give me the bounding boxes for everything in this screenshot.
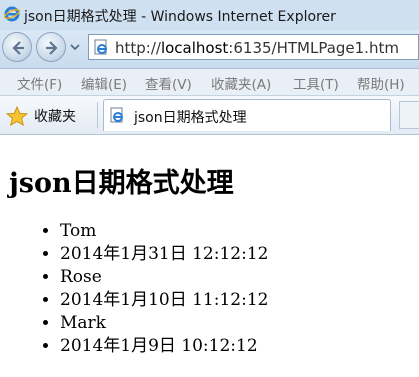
menu-view[interactable]: 查看(V) <box>145 73 192 93</box>
menu-favorites[interactable]: 收藏夹(A) <box>211 73 271 93</box>
menu-file[interactable]: 文件(F) <box>17 73 62 93</box>
tab-active[interactable]: json日期格式处理 <box>103 99 391 131</box>
menu-edit[interactable]: 编辑(E) <box>81 73 127 93</box>
url-prefix: http:// <box>115 39 161 57</box>
list-item: Rose <box>60 266 268 289</box>
favorites-star-icon[interactable] <box>6 106 28 126</box>
back-arrow-icon <box>12 41 24 55</box>
ie-logo-icon <box>4 6 20 22</box>
url-host: localhost <box>160 39 229 57</box>
list-item: Mark <box>60 312 268 335</box>
page-content: json日期格式处理 Tom 2014年1月31日 12:12:12 Rose … <box>0 135 419 377</box>
history-dropdown-icon[interactable] <box>70 42 80 52</box>
favorites-separator <box>97 102 98 128</box>
address-bar[interactable]: http://localhost:6135/HTMLPage1.htm <box>88 34 419 60</box>
address-url[interactable]: http://localhost:6135/HTMLPage1.htm <box>115 39 399 57</box>
page-icon <box>94 39 107 55</box>
favorites-label[interactable]: 收藏夹 <box>34 106 76 126</box>
list-item: 2014年1月10日 11:12:12 <box>60 289 268 312</box>
back-button[interactable] <box>2 32 32 62</box>
title-bar: json日期格式处理 - Windows Internet Explorer <box>0 0 419 31</box>
list-item: 2014年1月31日 12:12:12 <box>60 243 268 266</box>
list-item: 2014年1月9日 10:12:12 <box>60 335 268 358</box>
forward-button[interactable] <box>36 32 66 62</box>
list-item: Tom <box>60 220 268 243</box>
menu-bar: 文件(F) 编辑(E) 查看(V) 收藏夹(A) 工具(T) 帮助(H) <box>0 69 419 96</box>
favorites-bar: 收藏夹 json日期格式处理 <box>0 96 419 135</box>
tab-label: json日期格式处理 <box>134 110 247 126</box>
new-tab-button[interactable] <box>399 101 419 129</box>
window-title: json日期格式处理 - Windows Internet Explorer <box>24 9 336 25</box>
url-rest: :6135/HTMLPage1.htm <box>228 39 399 57</box>
page-heading: json日期格式处理 <box>9 168 234 199</box>
data-list: Tom 2014年1月31日 12:12:12 Rose 2014年1月10日 … <box>16 220 268 358</box>
forward-arrow-icon <box>46 41 58 55</box>
menu-tools[interactable]: 工具(T) <box>293 73 339 93</box>
menu-help[interactable]: 帮助(H) <box>357 73 405 93</box>
navigation-bar: http://localhost:6135/HTMLPage1.htm <box>0 30 419 69</box>
tab-page-icon <box>110 107 123 123</box>
